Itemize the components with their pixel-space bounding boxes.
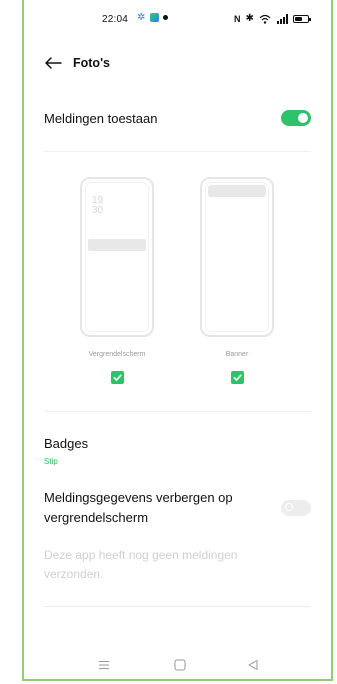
preview-notification-bar [88, 239, 146, 251]
status-time: 22:04 [102, 14, 129, 25]
bluetooth-icon: ✱ [245, 13, 254, 24]
no-notifications-note: Deze app heeft nog geen meldingen verzon… [44, 548, 238, 581]
badges-row[interactable]: Badges Stip [44, 436, 88, 466]
signal-icon [276, 13, 288, 24]
toggle-knob [298, 113, 308, 123]
battery-icon [292, 14, 311, 23]
lockscreen-preview[interactable]: 19 30 [80, 177, 154, 337]
banner-preview-screen [205, 182, 269, 332]
divider [44, 411, 311, 412]
app-notification-icon [150, 13, 159, 22]
app-header: Foto's [44, 56, 110, 70]
banner-checkbox[interactable] [231, 371, 244, 384]
hide-details-toggle [281, 500, 311, 516]
hide-details-row: Meldingsgegevens verbergen op vergrendel… [44, 488, 311, 528]
badges-value: Stip [44, 457, 58, 466]
hide-details-label: Meldingsgegevens verbergen op vergrendel… [44, 490, 233, 525]
allow-notifications-row[interactable]: Meldingen toestaan [44, 108, 311, 128]
nfc-icon: N [234, 13, 241, 24]
screen-frame: 22:04 ✲ N ✱ Foto's Meldingen toestaan 19… [22, 0, 333, 681]
back-triangle-icon[interactable] [247, 659, 259, 671]
banner-caption: Banner [225, 351, 249, 358]
status-left-icons: ✲ [137, 12, 168, 23]
divider [44, 606, 311, 607]
allow-notifications-label: Meldingen toestaan [44, 110, 158, 126]
check-icon [233, 374, 242, 381]
check-icon [113, 374, 122, 381]
lockscreen-checkbox[interactable] [111, 371, 124, 384]
preview-clock: 19 30 [92, 196, 103, 216]
toggle-knob [285, 503, 293, 511]
settings-gear-icon: ✲ [137, 12, 146, 23]
banner-preview[interactable] [200, 177, 274, 337]
lockscreen-caption: Vergrendelscherm [88, 351, 146, 358]
navigation-bar [24, 659, 331, 679]
badges-label: Badges [44, 436, 89, 451]
location-dot-icon [163, 15, 168, 20]
allow-notifications-toggle[interactable] [281, 110, 311, 126]
preview-clock-minute: 30 [92, 205, 104, 216]
home-square-icon[interactable] [174, 659, 186, 671]
wifi-icon [259, 14, 271, 24]
divider [44, 151, 311, 152]
arrow-left-icon[interactable] [44, 56, 62, 70]
status-bar: 22:04 ✲ N ✱ [24, 10, 331, 30]
preview-banner-bar [208, 185, 266, 197]
status-right-icons: N ✱ [234, 13, 311, 24]
menu-icon[interactable] [98, 659, 110, 671]
page-title: Foto's [73, 56, 110, 70]
